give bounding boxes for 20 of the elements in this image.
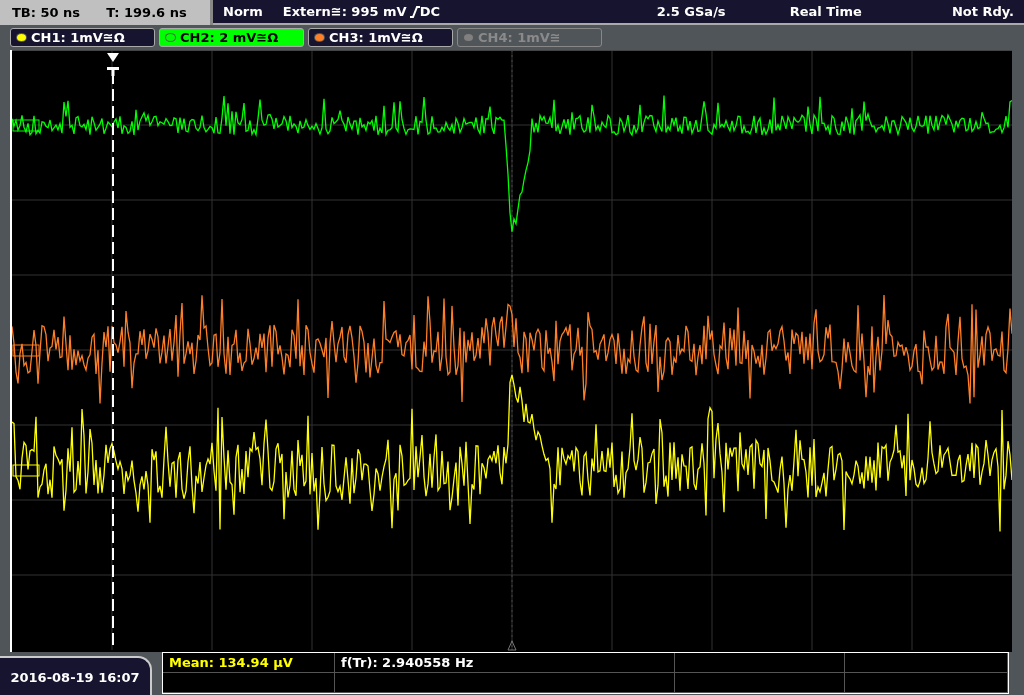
timebase: TB: 50 ns: [12, 5, 81, 20]
channel-tab[interactable]: CH1: 1mV≅Ω: [10, 28, 155, 47]
rising-edge-icon: [409, 5, 420, 18]
acquisition-state: Not Rdy.: [951, 4, 1014, 19]
acquisition-mode: Real Time: [789, 4, 862, 19]
ground-marker-icon: [12, 344, 40, 357]
channel-tab[interactable]: CH2: 2 mV≅Ω: [159, 28, 304, 47]
ground-marker-icon: [12, 119, 40, 132]
trigger-level: Extern≅: 995 mV: [282, 4, 407, 19]
sample-rate: 2.5 GSa/s: [656, 4, 726, 19]
coupling: DC: [419, 4, 440, 19]
channel-tab[interactable]: CH3: 1mV≅Ω: [308, 28, 453, 47]
measurement-value: f(Tr): 2.940558 Hz: [335, 653, 675, 673]
measurement-value: Mean: 134.94 µV: [163, 653, 335, 673]
ground-marker-icon: [12, 464, 40, 477]
trigger-mode: Norm: [223, 4, 263, 19]
trigger-position-icon: [507, 640, 517, 651]
date-time: 2016-08-19 16:07: [0, 656, 152, 695]
trigger-time: T: 199.6 ns: [106, 5, 187, 20]
trigger-marker-icon: [107, 53, 119, 76]
